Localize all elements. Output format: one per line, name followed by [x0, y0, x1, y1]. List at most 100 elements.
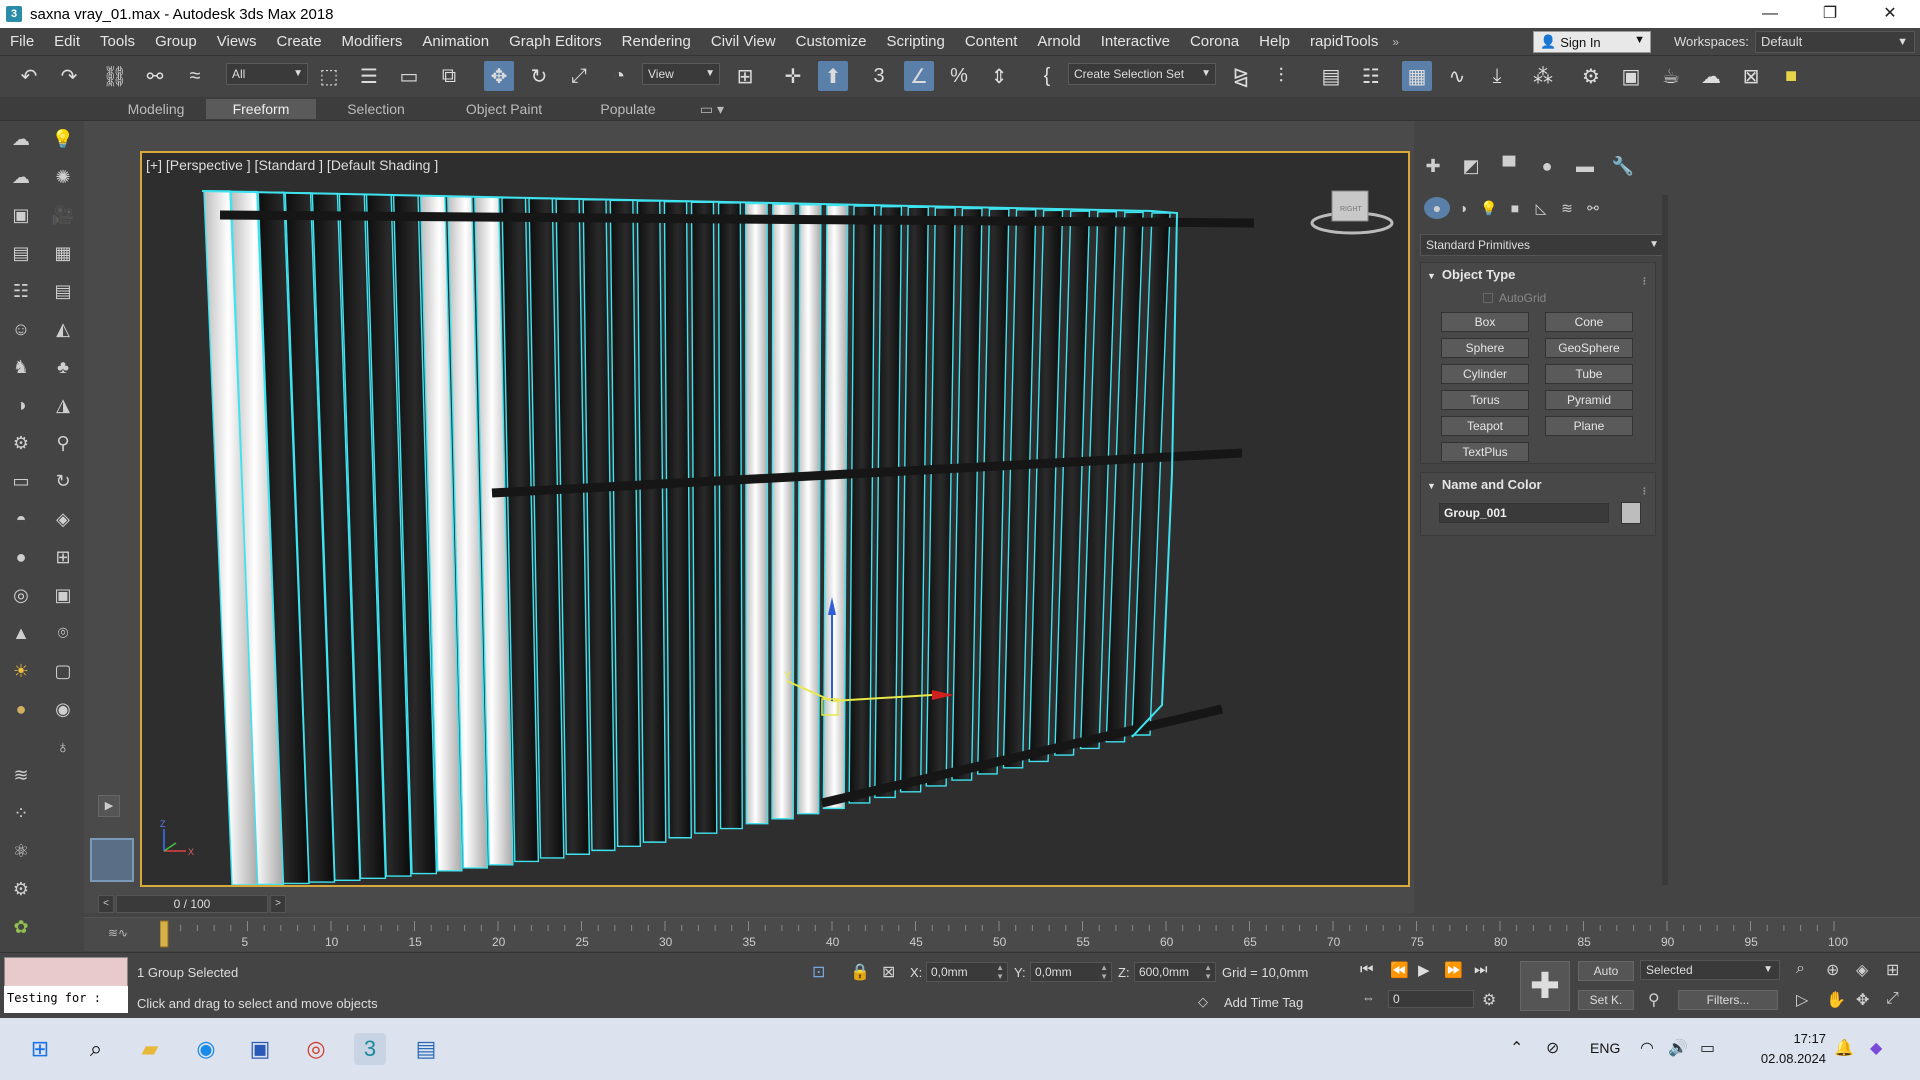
current-frame-marker[interactable]: [160, 920, 169, 948]
select-and-place-icon[interactable]: ◔: [604, 61, 634, 91]
zoom-all-icon[interactable]: ⊕: [1826, 960, 1839, 980]
orbit-icon[interactable]: ✥: [1856, 990, 1869, 1010]
radiator-tube[interactable]: [717, 202, 743, 830]
layer-explorer-icon[interactable]: ☷: [1356, 61, 1386, 91]
character-icon[interactable]: ♞: [7, 353, 35, 381]
sphere-icon[interactable]: ●: [7, 543, 35, 571]
reference-coordinate-dropdown[interactable]: View ▼: [642, 63, 720, 85]
track-ruler[interactable]: 5 10 15 20 25 30 35 40 45 50 55 60 65 70 75 80 85 90 95 100: [160, 917, 1860, 951]
pan-icon[interactable]: ✋: [1826, 990, 1846, 1010]
expand-arrow-icon[interactable]: ▶: [98, 795, 120, 817]
radiator-tube[interactable]: [797, 204, 822, 815]
ribbon-options-icon[interactable]: ▭ ▾: [694, 99, 730, 119]
menu-views[interactable]: Views: [207, 28, 267, 56]
autogrid-checkbox[interactable]: AutoGrid: [1483, 291, 1546, 305]
show-hidden-icons-icon[interactable]: ⌃: [1510, 1038, 1523, 1058]
menu-tools[interactable]: Tools: [90, 28, 145, 56]
rendered-frame-window-icon[interactable]: ▣: [1616, 61, 1646, 91]
name-and-color-header[interactable]: ▼ Name and Color ⋮: [1421, 473, 1655, 497]
absolute-mode-icon[interactable]: ⊠: [882, 962, 895, 982]
torus-button[interactable]: Torus: [1441, 390, 1529, 410]
toggle-ribbon-icon[interactable]: ▦: [1402, 61, 1432, 91]
render-production-icon[interactable]: ☕: [1656, 61, 1686, 91]
battery-icon[interactable]: ▭: [1700, 1038, 1715, 1058]
tree-icon[interactable]: ♣: [49, 353, 77, 381]
viewcube[interactable]: RIGHT: [1310, 190, 1394, 235]
ghost-icon[interactable]: ☺: [7, 315, 35, 343]
snaps-toggle-icon[interactable]: 3: [864, 61, 894, 91]
particles-icon[interactable]: ⁘: [7, 799, 35, 827]
maxscript-input[interactable]: Testing for :: [4, 986, 128, 1013]
cylinder-button[interactable]: Cylinder: [1441, 364, 1529, 384]
copilot-icon[interactable]: ◆: [1870, 1038, 1882, 1058]
zoom-extents-all-icon[interactable]: ⊞: [1886, 960, 1899, 980]
space-warps-icon[interactable]: ≋: [1554, 197, 1580, 219]
radiator-tube[interactable]: [636, 200, 667, 843]
tab-populate[interactable]: Populate: [580, 99, 676, 119]
document-icon[interactable]: ▤: [7, 239, 35, 267]
radiator-tube[interactable]: [609, 199, 641, 848]
hierarchy-tab-icon[interactable]: ▀: [1490, 152, 1528, 180]
radiator-tube[interactable]: [899, 206, 929, 793]
menu-customize[interactable]: Customize: [786, 28, 877, 56]
omni-light-icon[interactable]: ✺: [49, 163, 77, 191]
bind-space-warp-icon[interactable]: ≈: [180, 61, 210, 91]
key-filter-dropdown[interactable]: Selected ▼: [1640, 960, 1780, 980]
menu-rapidtools[interactable]: rapidTools: [1300, 28, 1388, 56]
set-key-big-icon[interactable]: ✚: [1520, 961, 1570, 1011]
bulb-outline-icon[interactable]: ♁: [49, 733, 77, 761]
pin-icon[interactable]: ⚲: [49, 429, 77, 457]
redo-icon[interactable]: ↷: [54, 61, 84, 91]
menu-scripting[interactable]: Scripting: [876, 28, 954, 56]
systems-icon[interactable]: ⚯: [1580, 197, 1606, 219]
refresh-icon[interactable]: ↻: [49, 467, 77, 495]
current-frame-input[interactable]: 0: [1388, 990, 1474, 1008]
shapes-icon[interactable]: ◑: [1450, 197, 1476, 219]
file-explorer-icon[interactable]: ▰: [134, 1033, 166, 1065]
edit-named-selection-icon[interactable]: {: [1032, 61, 1062, 91]
search-icon[interactable]: ⌕: [80, 1033, 112, 1065]
sphere-button[interactable]: Sphere: [1441, 338, 1529, 358]
table-icon[interactable]: ▦: [49, 239, 77, 267]
image-icon[interactable]: ▣: [7, 201, 35, 229]
mirror-icon[interactable]: ⧎: [1226, 61, 1256, 91]
isolate-selection-icon[interactable]: ⊡: [812, 962, 825, 982]
sign-in-dropdown[interactable]: 👤 Sign In ▼: [1533, 31, 1651, 53]
menu-animation[interactable]: Animation: [412, 28, 499, 56]
filters-button[interactable]: Filters...: [1678, 990, 1778, 1010]
primitive-category-dropdown[interactable]: Standard Primitives ▼: [1420, 234, 1666, 256]
go-to-start-icon[interactable]: ⏮: [1360, 961, 1374, 978]
textplus-button[interactable]: TextPlus: [1441, 442, 1529, 462]
window-crossing-icon[interactable]: ⧉: [434, 61, 464, 91]
box-button[interactable]: Box: [1441, 312, 1529, 332]
menu-interactive[interactable]: Interactive: [1091, 28, 1180, 56]
zoom-extents-icon[interactable]: ◈: [1856, 960, 1868, 980]
field-of-view-icon[interactable]: ▷: [1796, 990, 1808, 1010]
zoom-icon[interactable]: ⌕: [1796, 960, 1805, 978]
angle-snap-icon[interactable]: ∠: [904, 61, 934, 91]
network-offline-icon[interactable]: ⊘: [1546, 1038, 1559, 1058]
spinner-icon[interactable]: ▲ ▼: [1100, 963, 1108, 981]
previous-frame-icon[interactable]: ⏪: [1390, 961, 1409, 979]
radiator-tube[interactable]: [951, 207, 983, 781]
pivot-point-center-icon[interactable]: ⊞: [730, 61, 760, 91]
camera-target-icon[interactable]: ⌾: [49, 619, 77, 647]
minimize-button[interactable]: —: [1740, 0, 1800, 28]
select-by-name-icon[interactable]: ☰: [354, 61, 384, 91]
pyramid-button[interactable]: Pyramid: [1545, 390, 1633, 410]
object-type-header[interactable]: ▼ Object Type ⋮: [1421, 263, 1655, 287]
spotlight-icon[interactable]: ◭: [49, 315, 77, 343]
menu-help[interactable]: Help: [1249, 28, 1300, 56]
camera-rig-icon[interactable]: ⚙: [7, 429, 35, 457]
play-icon[interactable]: ▶: [1418, 961, 1430, 979]
eye-icon[interactable]: ◉: [49, 695, 77, 723]
geosphere-button[interactable]: GeoSphere: [1545, 338, 1633, 358]
tab-selection[interactable]: Selection: [330, 99, 422, 119]
spinner-snap-icon[interactable]: ⇕: [984, 61, 1014, 91]
monitor-icon[interactable]: ▢: [49, 657, 77, 685]
chrome-icon[interactable]: ◎: [300, 1033, 332, 1065]
radiator-tube[interactable]: [976, 208, 1010, 775]
radiator-tube[interactable]: [745, 202, 769, 825]
tab-object-paint[interactable]: Object Paint: [444, 99, 564, 119]
render-window-icon[interactable]: ▭: [7, 467, 35, 495]
